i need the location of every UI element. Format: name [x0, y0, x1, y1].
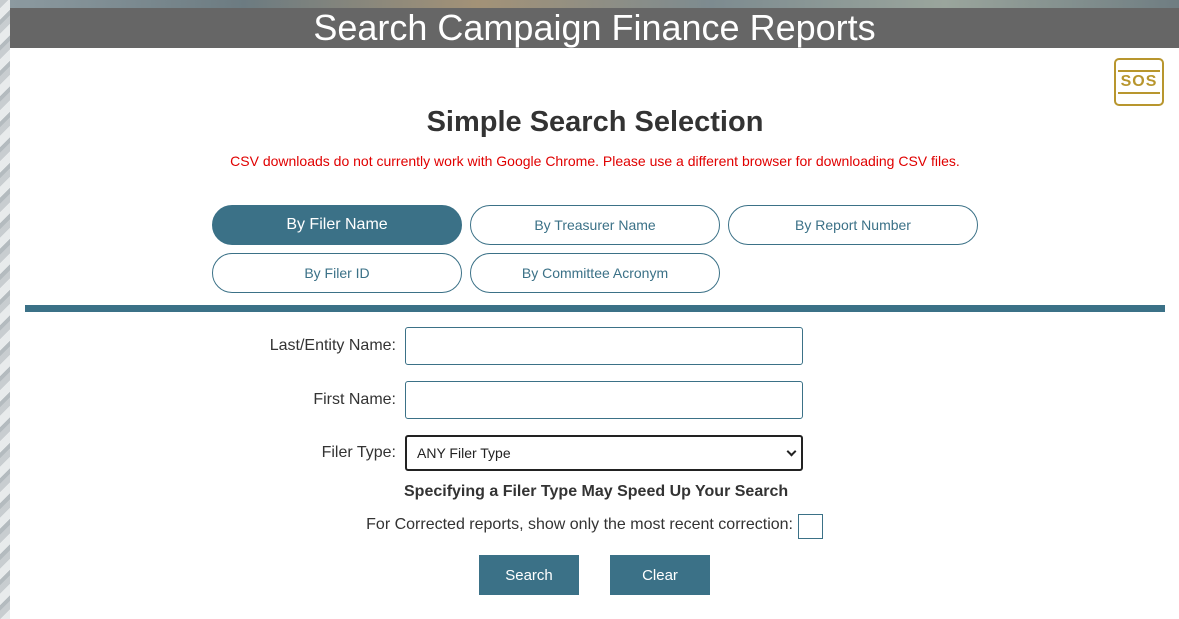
page-title: Search Campaign Finance Reports — [313, 7, 876, 48]
corrected-reports-label: For Corrected reports, show only the mos… — [366, 516, 793, 533]
tab-label: By Committee Acronym — [521, 265, 669, 281]
tab-by-treasurer-name[interactable]: By Treasurer Name — [470, 205, 720, 245]
clear-button-label: Clear — [642, 566, 678, 584]
last-name-input[interactable] — [405, 327, 803, 365]
last-name-label: Last/Entity Name: — [269, 337, 396, 354]
csv-notice: CSV downloads do not currently work with… — [230, 153, 960, 169]
tab-by-committee-acronym[interactable]: By Committee Acronym — [470, 253, 720, 293]
filer-type-hint: Specifying a Filer Type May Speed Up You… — [404, 483, 789, 500]
tab-label: By Filer Name — [286, 216, 388, 233]
page-title-bar: Search Campaign Finance Reports — [10, 8, 1179, 48]
clear-button[interactable]: Clear — [610, 555, 710, 595]
filer-type-value: ANY Filer Type — [417, 445, 511, 461]
section-divider — [25, 305, 1165, 312]
tab-by-report-number[interactable]: By Report Number — [728, 205, 978, 245]
sos-logo-text: SOS — [1117, 70, 1161, 94]
tab-label: By Treasurer Name — [534, 217, 656, 233]
chevron-down-icon — [786, 446, 797, 457]
tab-label: By Filer ID — [304, 265, 370, 281]
search-button[interactable]: Search — [479, 555, 579, 595]
first-name-input[interactable] — [405, 381, 803, 419]
section-heading: Simple Search Selection — [426, 106, 764, 138]
tab-label: By Report Number — [795, 217, 911, 233]
first-name-label: First Name: — [313, 391, 396, 408]
side-decoration — [0, 0, 10, 619]
tab-by-filer-id[interactable]: By Filer ID — [212, 253, 462, 293]
sos-logo-icon[interactable]: SOS — [1114, 58, 1164, 106]
search-button-label: Search — [505, 566, 553, 584]
tab-by-filer-name[interactable]: By Filer Name — [212, 205, 462, 245]
filer-type-select[interactable]: ANY Filer Type — [405, 435, 803, 471]
filer-type-label: Filer Type: — [321, 444, 396, 461]
corrected-reports-checkbox[interactable] — [798, 514, 823, 539]
